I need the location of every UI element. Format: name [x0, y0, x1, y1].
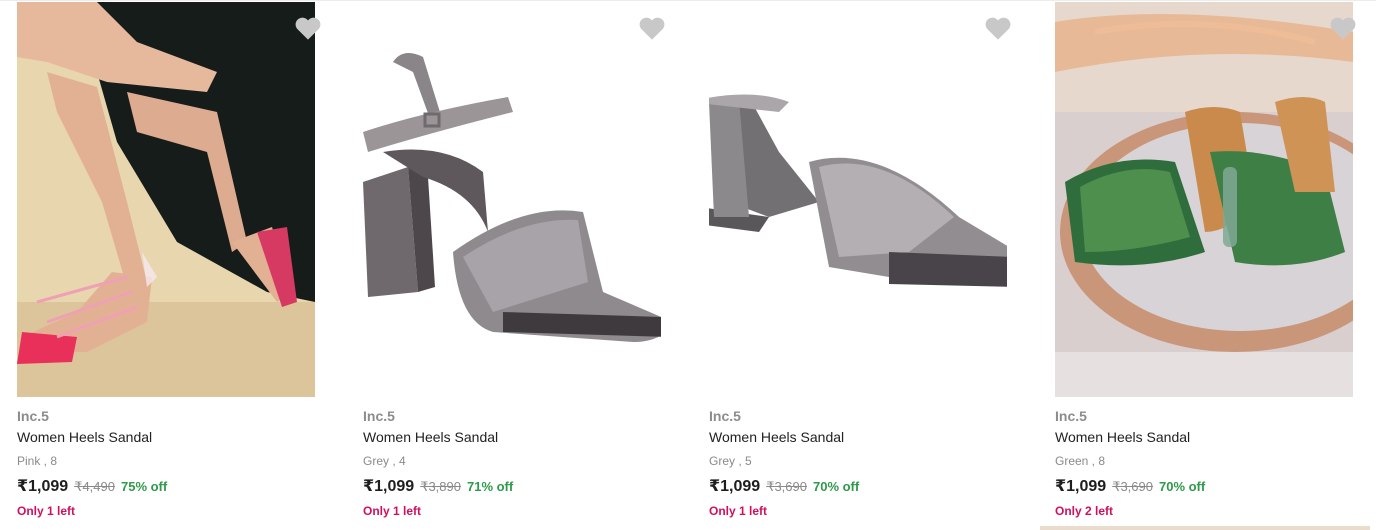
original-price: ₹3,690 — [766, 479, 807, 494]
next-row-edge — [1040, 526, 1370, 530]
price-row: ₹1,099 ₹3,690 70% off — [709, 476, 859, 496]
product-image[interactable] — [17, 2, 315, 397]
original-price: ₹3,890 — [420, 479, 461, 494]
wishlist-heart-icon[interactable] — [1329, 15, 1357, 41]
product-title[interactable]: Women Heels Sandal — [363, 429, 498, 445]
selling-price: ₹1,099 — [709, 478, 761, 495]
product-title[interactable]: Women Heels Sandal — [709, 429, 844, 445]
stock-status: Only 1 left — [709, 504, 768, 518]
stock-status: Only 2 left — [1055, 504, 1114, 518]
wishlist-heart-icon[interactable] — [638, 15, 666, 41]
product-brand: Inc.5 — [17, 408, 49, 424]
discount-label: 71% off — [466, 479, 514, 494]
product-variant: Grey , 5 — [709, 454, 752, 468]
price-row: ₹1,099 ₹3,890 71% off — [363, 476, 513, 496]
product-brand: Inc.5 — [1055, 408, 1087, 424]
wishlist-heart-icon[interactable] — [294, 15, 322, 41]
original-price: ₹3,690 — [1112, 479, 1153, 494]
product-card[interactable]: Inc.5 Women Heels Sandal Green , 8 ₹1,09… — [1055, 0, 1356, 530]
discount-label: 70% off — [1158, 479, 1206, 494]
selling-price: ₹1,099 — [17, 478, 69, 495]
product-variant: Grey , 4 — [363, 454, 406, 468]
product-variant: Green , 8 — [1055, 454, 1106, 468]
product-image[interactable] — [363, 2, 661, 397]
product-image[interactable] — [1055, 2, 1353, 397]
price-row: ₹1,099 ₹3,690 70% off — [1055, 476, 1205, 496]
original-price: ₹4,490 — [74, 479, 115, 494]
selling-price: ₹1,099 — [1055, 478, 1107, 495]
product-variant: Pink , 8 — [17, 454, 58, 468]
stock-status: Only 1 left — [363, 504, 422, 518]
product-image[interactable] — [709, 2, 1007, 397]
wishlist-heart-icon[interactable] — [984, 15, 1012, 41]
product-title[interactable]: Women Heels Sandal — [1055, 429, 1190, 445]
discount-label: 70% off — [812, 479, 860, 494]
product-brand: Inc.5 — [709, 408, 741, 424]
product-card[interactable]: Inc.5 Women Heels Sandal Pink , 8 ₹1,099… — [17, 0, 321, 530]
price-row: ₹1,099 ₹4,490 75% off — [17, 476, 167, 496]
stock-status: Only 1 left — [17, 504, 76, 518]
selling-price: ₹1,099 — [363, 478, 415, 495]
product-brand: Inc.5 — [363, 408, 395, 424]
discount-label: 75% off — [120, 479, 168, 494]
product-title[interactable]: Women Heels Sandal — [17, 429, 152, 445]
product-card[interactable]: Inc.5 Women Heels Sandal Grey , 5 ₹1,099… — [709, 0, 1011, 530]
product-card[interactable]: Inc.5 Women Heels Sandal Grey , 4 ₹1,099… — [363, 0, 665, 530]
